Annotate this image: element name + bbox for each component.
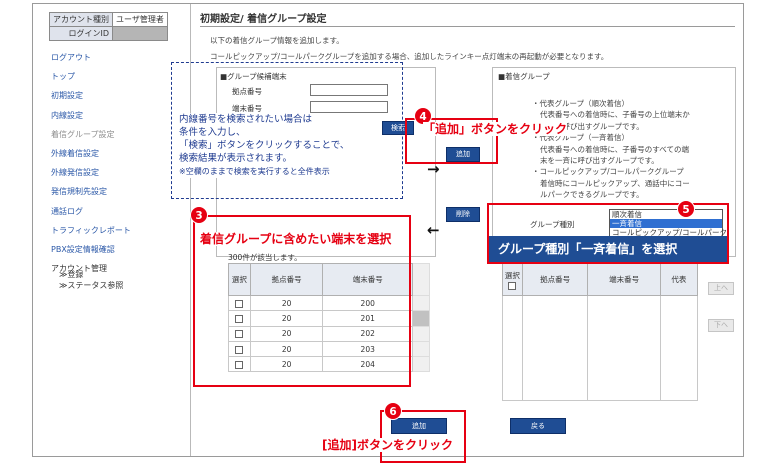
nav-pbx-info[interactable]: PBX設定情報確認 bbox=[51, 240, 131, 259]
nav-ring-group-settings: 着信グループ設定 bbox=[51, 129, 115, 139]
sidebar: アカウント種別 ユーザ管理者 ログインID ログアウト トップ 初期設定 内線設定… bbox=[33, 4, 191, 456]
desc-line-1: 以下の着信グループ情報を追加します。 bbox=[210, 36, 344, 45]
step-6-badge: 6 bbox=[384, 402, 402, 420]
col-base: 拠点番号 bbox=[521, 263, 589, 296]
nav-initial-settings[interactable]: 初期設定 bbox=[51, 86, 131, 105]
nav-extension-settings[interactable]: 内線設定 bbox=[51, 106, 131, 125]
search-hint-text: 内線番号を検索されたい場合は 条件を入力し、 「検索」ボタンをクリックすることで… bbox=[179, 113, 350, 178]
arrow-left-icon: ← bbox=[427, 221, 440, 239]
nav-top[interactable]: トップ bbox=[51, 67, 131, 86]
nav-menu: ログアウト トップ 初期設定 内線設定 着信グループ設定 外線着信設定 外線発信… bbox=[51, 48, 131, 278]
nav-external-in[interactable]: 外線着信設定 bbox=[51, 144, 131, 163]
step-5-badge: 5 bbox=[677, 200, 695, 218]
nav-register[interactable]: ≫登録 bbox=[59, 269, 123, 280]
back-button[interactable]: 戻る bbox=[510, 418, 566, 434]
nav-external-out[interactable]: 外線発信設定 bbox=[51, 163, 131, 182]
scroll-head bbox=[412, 263, 430, 296]
arrow-right-icon: → bbox=[427, 160, 440, 178]
step-3-caption: 着信グループに含めたい端末を選択 bbox=[200, 232, 392, 246]
remove-from-group-button[interactable]: 削除 bbox=[446, 207, 480, 222]
move-down-button[interactable]: 下へ bbox=[708, 319, 734, 332]
nav-call-rule[interactable]: 発信規制先設定 bbox=[51, 182, 131, 201]
nav-status[interactable]: ≫ステータス参照 bbox=[59, 280, 123, 291]
group-type-description: ・代表グループ（順次着信） 代表番号への着信時に、子番号の上位端末か ら順に呼び… bbox=[532, 99, 690, 200]
step-4-caption: 「追加」ボタンをクリック bbox=[423, 122, 568, 136]
account-type-value: ユーザ管理者 bbox=[112, 12, 168, 27]
page-description: 以下の着信グループ情報を追加します。 コールピックアップ/コールパークグループを… bbox=[210, 33, 608, 65]
step-5-caption: グループ種別「一斉着信」を選択 bbox=[498, 242, 678, 256]
step-3-badge: 3 bbox=[190, 206, 208, 224]
step-6-caption: [追加]ボタンをクリック bbox=[322, 438, 453, 452]
select-all-checkbox[interactable] bbox=[508, 281, 517, 290]
nav-call-log[interactable]: 通話ログ bbox=[51, 202, 131, 221]
col-ext: 端末番号 bbox=[587, 263, 661, 296]
login-id-masked bbox=[112, 26, 168, 41]
nav-account-sub: ≫登録 ≫ステータス参照 bbox=[59, 269, 123, 291]
account-info: アカウント種別 ユーザ管理者 ログインID bbox=[49, 12, 168, 41]
col-select: 選択 bbox=[502, 263, 523, 296]
nav-traffic-report[interactable]: トラフィックレポート bbox=[51, 221, 131, 240]
page-title: 初期設定/ 着信グループ設定 bbox=[200, 10, 735, 27]
group-header: ■着信グループ bbox=[498, 72, 550, 81]
move-up-button[interactable]: 上へ bbox=[708, 282, 734, 295]
group-member-table: 選択 拠点番号 端末番号 代表 bbox=[502, 263, 699, 401]
account-type-label: アカウント種別 bbox=[49, 12, 113, 27]
scroll-thumb[interactable] bbox=[412, 310, 430, 327]
login-id-label: ログインID bbox=[49, 26, 113, 41]
col-representative: 代表 bbox=[659, 263, 699, 296]
nav-logout[interactable]: ログアウト bbox=[51, 48, 131, 67]
